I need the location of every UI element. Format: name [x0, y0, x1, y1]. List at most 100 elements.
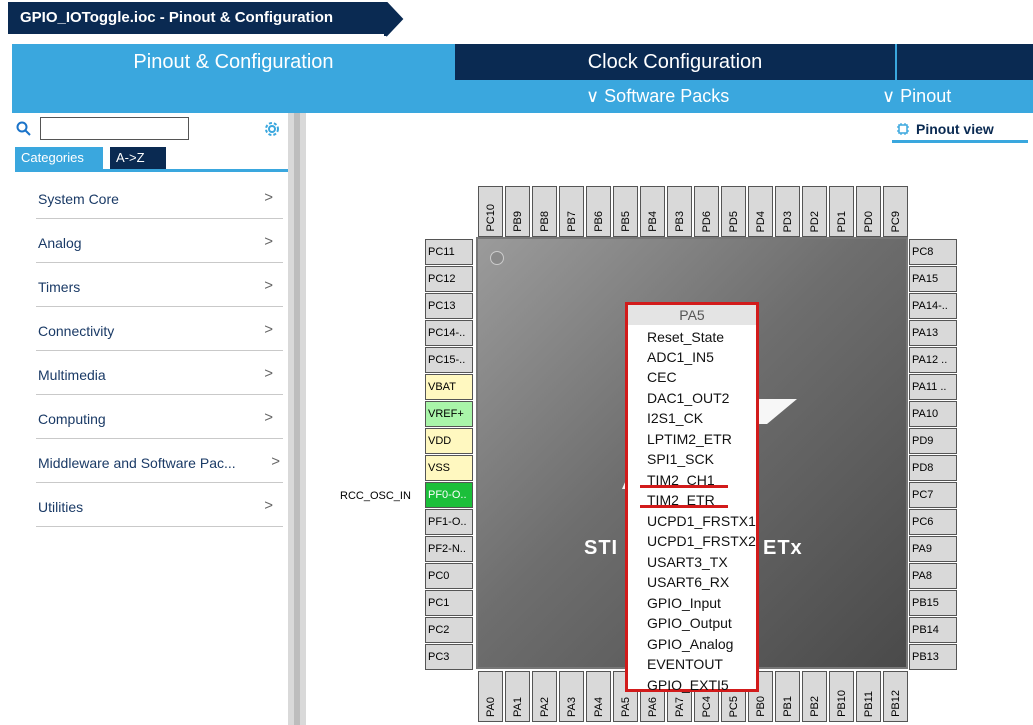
menu-item[interactable]: GPIO_EXTI5 — [647, 675, 729, 695]
tab-clock-configuration[interactable]: Clock Configuration — [455, 44, 895, 80]
chip-name-right: ETx — [763, 537, 803, 559]
pin-right[interactable]: PA13 — [909, 320, 957, 346]
pin-right[interactable]: PD8 — [909, 455, 957, 481]
pin-left-osc[interactable]: PF0-O.. — [425, 482, 473, 508]
menu-item[interactable]: SPI1_SCK — [647, 449, 714, 469]
pin-right[interactable]: PA9 — [909, 536, 957, 562]
pin-top[interactable]: PD1 — [829, 186, 854, 237]
pin-left[interactable]: PC14-.. — [425, 320, 473, 346]
pin-bottom[interactable]: PB1 — [775, 671, 800, 722]
category-analog[interactable]: Analog > — [36, 219, 283, 263]
pin-left-vref[interactable]: VREF+ — [425, 401, 473, 427]
pin-left-power[interactable]: VSS — [425, 455, 473, 481]
pin-left[interactable]: PC0 — [425, 563, 473, 589]
pin-bottom[interactable]: PA3 — [559, 671, 584, 722]
pin-top[interactable]: PB4 — [640, 186, 665, 237]
menu-item[interactable]: GPIO_Output — [647, 613, 732, 633]
menu-item[interactable]: USART6_RX — [647, 572, 729, 592]
pin-bottom[interactable]: PA2 — [532, 671, 557, 722]
category-connectivity[interactable]: Connectivity > — [36, 307, 283, 351]
pin-right[interactable]: PA15 — [909, 266, 957, 292]
pin-bottom[interactable]: PA4 — [586, 671, 611, 722]
highlight-underline — [640, 505, 728, 508]
category-system-core[interactable]: System Core > — [36, 175, 283, 219]
pin-right[interactable]: PB15 — [909, 590, 957, 616]
menu-item[interactable]: DAC1_OUT2 — [647, 388, 729, 408]
pin-top[interactable]: PD4 — [748, 186, 773, 237]
category-utilities[interactable]: Utilities > — [36, 483, 283, 527]
pin-bottom[interactable]: PB11 — [856, 671, 881, 722]
pin-right[interactable]: PC6 — [909, 509, 957, 535]
splitter-grip[interactable] — [294, 113, 300, 725]
pin-top[interactable]: PD6 — [694, 186, 719, 237]
menu-item[interactable]: GPIO_Input — [647, 593, 721, 613]
pin-top[interactable]: PB9 — [505, 186, 530, 237]
category-computing[interactable]: Computing > — [36, 395, 283, 439]
pin-bottom[interactable]: PB12 — [883, 671, 908, 722]
pin-left-power[interactable]: VBAT — [425, 374, 473, 400]
pinout-menu[interactable]: ∨ Pinout — [882, 80, 951, 113]
gear-icon[interactable] — [262, 119, 282, 144]
pin-top[interactable]: PD3 — [775, 186, 800, 237]
pin-top[interactable]: PD0 — [856, 186, 881, 237]
menu-item[interactable]: ADC1_IN5 — [647, 347, 714, 367]
pin-right[interactable]: PB14 — [909, 617, 957, 643]
pin-right[interactable]: PB13 — [909, 644, 957, 670]
tab-a-z[interactable]: A->Z — [110, 147, 166, 169]
pinout-view-tab[interactable]: Pinout view — [892, 118, 1028, 143]
pin-left[interactable]: PC12 — [425, 266, 473, 292]
chevron-right-icon: > — [271, 453, 280, 470]
pin-top[interactable]: PB5 — [613, 186, 638, 237]
pin-left[interactable]: PC13 — [425, 293, 473, 319]
pin-left[interactable]: PF1-O.. — [425, 509, 473, 535]
pin-right[interactable]: PA8 — [909, 563, 957, 589]
pin-top[interactable]: PB3 — [667, 186, 692, 237]
chevron-right-icon: > — [264, 497, 273, 514]
tab-categories[interactable]: Categories — [15, 147, 103, 169]
pin-top[interactable]: PB7 — [559, 186, 584, 237]
menu-item[interactable]: Reset_State — [647, 327, 724, 347]
pin-right[interactable]: PA14-.. — [909, 293, 957, 319]
pin-left[interactable]: PF2-N.. — [425, 536, 473, 562]
pin-left[interactable]: PC11 — [425, 239, 473, 265]
menu-item[interactable]: LPTIM2_ETR — [647, 429, 732, 449]
pin-top[interactable]: PC9 — [883, 186, 908, 237]
pin-right[interactable]: PA11 .. — [909, 374, 957, 400]
pin-top[interactable]: PD2 — [802, 186, 827, 237]
menu-item[interactable]: GPIO_Analog — [647, 634, 733, 654]
pin-bottom[interactable]: PA1 — [505, 671, 530, 722]
pin-bottom[interactable]: PA0 — [478, 671, 503, 722]
pin-top[interactable]: PC10 — [478, 186, 503, 237]
panel-splitter[interactable] — [288, 113, 306, 725]
breadcrumb[interactable]: GPIO_IOToggle.ioc - Pinout & Configurati… — [8, 2, 386, 34]
pin-right[interactable]: PC7 — [909, 482, 957, 508]
pin-left[interactable]: PC3 — [425, 644, 473, 670]
sub-toolbar: ∨ Software Packs ∨ Pinout — [12, 80, 1033, 113]
menu-item[interactable]: EVENTOUT — [647, 654, 723, 674]
category-multimedia[interactable]: Multimedia > — [36, 351, 283, 395]
category-middleware[interactable]: Middleware and Software Pac... > — [36, 439, 283, 483]
pin-left-power[interactable]: VDD — [425, 428, 473, 454]
pin-top[interactable]: PB8 — [532, 186, 557, 237]
pin-right[interactable]: PA10 — [909, 401, 957, 427]
menu-item[interactable]: USART3_TX — [647, 552, 728, 572]
pin-left[interactable]: PC15-.. — [425, 347, 473, 373]
pin-left[interactable]: PC1 — [425, 590, 473, 616]
pin-right[interactable]: PD9 — [909, 428, 957, 454]
categories-panel: Categories A->Z System Core > Analog > Tim… — [12, 113, 288, 725]
pin-bottom[interactable]: PB2 — [802, 671, 827, 722]
pin-top[interactable]: PD5 — [721, 186, 746, 237]
menu-item[interactable]: I2S1_CK — [647, 408, 703, 428]
software-packs-menu[interactable]: ∨ Software Packs — [586, 80, 729, 113]
menu-item[interactable]: UCPD1_FRSTX1 — [647, 511, 756, 531]
pin-right[interactable]: PA12 .. — [909, 347, 957, 373]
pin-left[interactable]: PC2 — [425, 617, 473, 643]
pin-top[interactable]: PB6 — [586, 186, 611, 237]
category-timers[interactable]: Timers > — [36, 263, 283, 307]
menu-item[interactable]: CEC — [647, 367, 677, 387]
pin-right[interactable]: PC8 — [909, 239, 957, 265]
pin-bottom[interactable]: PB10 — [829, 671, 854, 722]
search-input[interactable] — [40, 117, 189, 140]
menu-item[interactable]: UCPD1_FRSTX2 — [647, 531, 756, 551]
tab-pinout-configuration[interactable]: Pinout & Configuration — [12, 44, 455, 80]
